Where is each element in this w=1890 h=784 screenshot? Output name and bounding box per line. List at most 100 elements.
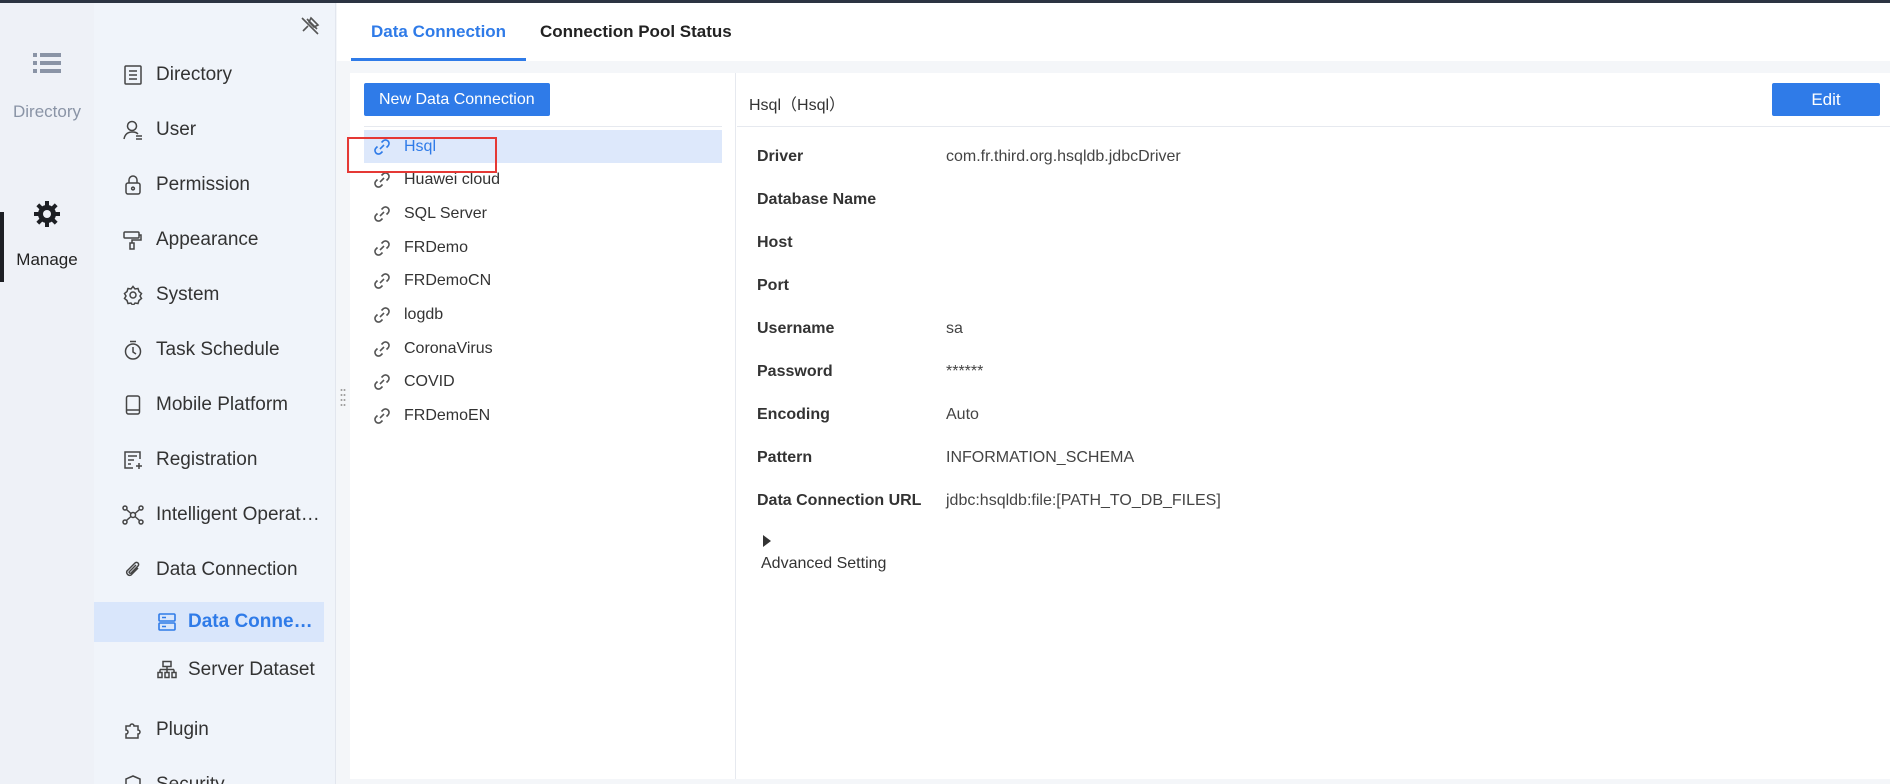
pin-icon[interactable] xyxy=(299,15,321,37)
link-icon xyxy=(372,372,392,392)
detail-field-row: Username sa xyxy=(757,317,963,341)
settings-icon xyxy=(122,284,144,306)
new-data-connection-button[interactable]: New Data Connection xyxy=(364,83,550,116)
link-icon xyxy=(372,238,392,258)
sidebar-subitem-label: Server Dataset xyxy=(188,659,315,680)
paint-roller-icon xyxy=(122,229,144,251)
sidebar-item-system[interactable]: System xyxy=(94,273,335,317)
sidebar-item-label: Registration xyxy=(156,449,258,470)
sidebar-item-label: User xyxy=(156,119,197,140)
connection-item-label: Huawei cloud xyxy=(404,171,501,189)
field-label: Host xyxy=(757,234,793,251)
field-label: Data Connection URL xyxy=(757,492,922,509)
field-label: Password xyxy=(757,363,833,380)
user-icon xyxy=(122,119,144,141)
resize-handle[interactable] xyxy=(340,388,346,406)
gear-icon xyxy=(32,201,62,233)
connection-item-label: COVID xyxy=(404,373,455,391)
sidebar-subitem-data-connection[interactable]: Data Conne… xyxy=(94,602,324,642)
connection-item-label: FRDemoCN xyxy=(404,272,492,290)
field-label: Username xyxy=(757,320,835,337)
connection-item-label: FRDemoEN xyxy=(404,407,491,425)
connection-item-label: SQL Server xyxy=(404,204,487,222)
connection-item-label: Hsql xyxy=(404,137,437,155)
sidebar-item-data-connection[interactable]: Data Connection xyxy=(94,548,335,592)
sidebar-subitem-label: Data Conne… xyxy=(188,611,313,632)
link-icon xyxy=(372,339,392,359)
detail-field-row: Pattern INFORMATION_SCHEMA xyxy=(757,446,1134,470)
sidebar-item-mobile-platform[interactable]: Mobile Platform xyxy=(94,383,335,427)
detail-field-row: Database Name xyxy=(757,188,946,212)
puzzle-icon xyxy=(122,719,144,741)
link-icon xyxy=(372,305,392,325)
connection-item[interactable]: COVID xyxy=(364,366,722,399)
sidebar-item-appearance[interactable]: Appearance xyxy=(94,218,335,262)
connection-item[interactable]: FRDemoCN xyxy=(364,265,722,298)
field-label: Encoding xyxy=(757,406,830,423)
divider xyxy=(364,126,722,127)
expand-triangle-icon xyxy=(763,535,771,547)
sidebar-item-permission[interactable]: Permission xyxy=(94,163,335,207)
directory-icon xyxy=(122,64,144,86)
detail-field-row: Port xyxy=(757,274,946,298)
field-value: com.fr.third.org.hsqldb.jdbcDriver xyxy=(946,148,1181,165)
detail-field-row: Host xyxy=(757,231,946,255)
link-icon xyxy=(372,271,392,291)
connection-item[interactable]: Hsql xyxy=(364,130,722,163)
connection-item-label: logdb xyxy=(404,306,444,323)
registration-icon xyxy=(122,449,144,471)
link-icon xyxy=(372,137,392,157)
connection-item[interactable]: SQL Server xyxy=(364,197,722,230)
sidebar-item-label: Directory xyxy=(156,64,233,85)
sidebar-item-registration[interactable]: Registration xyxy=(94,438,335,482)
field-value: Auto xyxy=(946,406,979,423)
connection-item-label: FRDemo xyxy=(404,238,469,256)
detail-field-row: Encoding Auto xyxy=(757,403,979,427)
advanced-setting-toggle[interactable]: Advanced Setting xyxy=(761,535,886,573)
network-icon xyxy=(122,504,144,526)
server-icon xyxy=(156,611,178,633)
rail-manage-label: Manage xyxy=(16,250,78,269)
connection-item[interactable]: CoronaVirus xyxy=(364,332,722,365)
connection-item[interactable]: logdb xyxy=(364,299,722,332)
sidebar-item-label: Permission xyxy=(156,174,250,195)
connection-list-pane: New Data Connection Hsql Huawei cloud SQL … xyxy=(350,73,736,779)
sidebar-item-task-schedule[interactable]: Task Schedule xyxy=(94,328,335,372)
detail-field-row: Password ****** xyxy=(757,360,983,384)
field-label: Driver xyxy=(757,148,804,165)
dataset-icon xyxy=(156,659,178,681)
timer-icon xyxy=(122,339,144,361)
sidebar-item-label: Intelligent Operat… xyxy=(156,504,320,525)
sidebar-item-plugin[interactable]: Plugin xyxy=(94,708,335,752)
sidebar-item-user[interactable]: User xyxy=(94,108,335,152)
field-label: Port xyxy=(757,277,789,294)
list-icon xyxy=(33,53,61,79)
sidebar-item-security[interactable]: Security xyxy=(94,763,335,784)
edit-button[interactable]: Edit xyxy=(1772,83,1880,116)
rail-manage[interactable]: Manage xyxy=(0,199,94,270)
connection-item[interactable]: FRDemoEN xyxy=(364,400,722,433)
detail-field-row: Data Connection URL jdbc:hsqldb:file:[PAT… xyxy=(757,489,1221,513)
mobile-icon xyxy=(122,394,144,416)
sidebar-item-label: Security xyxy=(156,774,225,784)
rail-directory-label: Directory xyxy=(12,102,81,121)
field-label: Database Name xyxy=(757,191,877,208)
connection-item[interactable]: FRDemo xyxy=(364,231,722,264)
sidebar-item-label: Appearance xyxy=(156,229,259,250)
paperclip-icon xyxy=(122,559,144,581)
tab-connection-pool-status[interactable]: Connection Pool Status xyxy=(520,3,752,61)
field-value: jdbc:hsqldb:file:[PATH_TO_DB_FILES] xyxy=(946,492,1221,509)
detail-field-row: Driver com.fr.third.org.hsqldb.jdbcDriver xyxy=(757,145,1181,169)
detail-title: Hsql（Hsql） xyxy=(749,97,846,114)
field-value: ****** xyxy=(946,363,984,380)
rail-directory[interactable]: Directory xyxy=(0,51,94,122)
field-value: sa xyxy=(946,320,963,337)
tab-data-connection[interactable]: Data Connection xyxy=(351,3,527,61)
connection-item[interactable]: Huawei cloud xyxy=(364,164,722,197)
sidebar-subitem-server-dataset[interactable]: Server Dataset xyxy=(94,650,324,690)
sidebar-item-label: Mobile Platform xyxy=(156,394,288,415)
sidebar-item-intelligent-operation[interactable]: Intelligent Operat… xyxy=(94,493,335,537)
sidebar-menu: Directory User Permission Appearance Sys… xyxy=(94,3,336,784)
sidebar-item-directory[interactable]: Directory xyxy=(94,53,335,97)
link-icon xyxy=(372,406,392,426)
